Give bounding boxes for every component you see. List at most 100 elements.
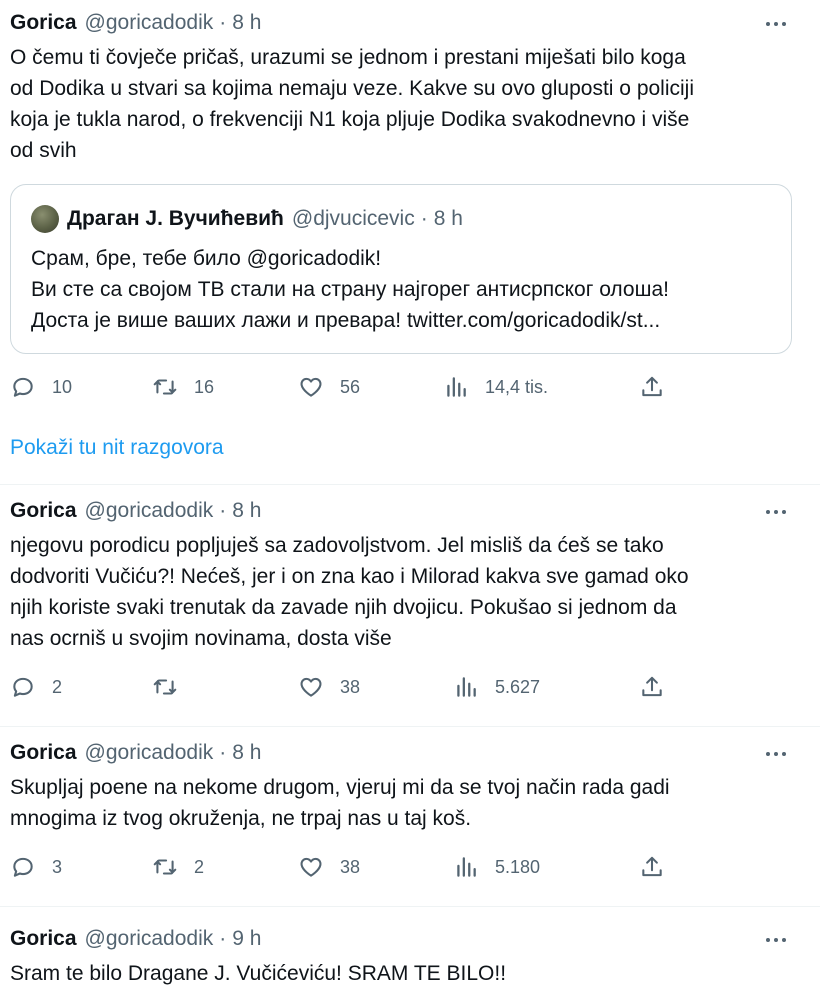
views-icon: [447, 377, 466, 397]
views-count: 5.627: [495, 677, 541, 697]
tweet-text-line: Skupljaj poene na nekome drugom, vjeruj …: [10, 776, 670, 799]
retweet-icon: [153, 379, 177, 395]
retweet-button[interactable]: 16: [152, 374, 214, 400]
like-count: 38: [340, 857, 361, 877]
author-handle[interactable]: @goricadodik: [85, 10, 214, 36]
like-count: 38: [340, 677, 361, 697]
heart-icon: [300, 857, 322, 877]
views-icon: [457, 677, 476, 697]
tweet[interactable]: Gorica @goricadodik · 8 h O čemu ti čovj…: [0, 0, 820, 459]
separator-dot: ·: [219, 11, 227, 34]
tweet-text: Sram te bilo Dragane J. Vučićeviću! SRAM…: [10, 958, 800, 989]
timestamp[interactable]: 8 h: [232, 740, 261, 766]
tweet-text: njegovu porodicu popljuješ sa zadovoljst…: [10, 530, 800, 654]
author-name[interactable]: Gorica: [10, 10, 77, 36]
share-button[interactable]: [639, 854, 665, 880]
more-icon[interactable]: [762, 14, 790, 34]
author-name[interactable]: Gorica: [10, 926, 77, 952]
tweet-text-line: njih koriste svaki trenutak da zavade nj…: [10, 596, 677, 619]
tweet-actions: 10 16 56 14,4 tis.: [0, 374, 820, 404]
quoted-tweet-header: Драган Ј. Вучићевић @djvucicevic · 8 h: [31, 205, 463, 233]
retweet-count: 2: [194, 857, 205, 877]
tweet[interactable]: Gorica @goricadodik · 8 h njegovu porodi…: [0, 488, 820, 710]
timestamp[interactable]: 9 h: [232, 926, 261, 952]
share-button[interactable]: [639, 674, 665, 700]
reply-icon: [13, 857, 33, 877]
timestamp[interactable]: 8 h: [232, 498, 261, 524]
retweet-button[interactable]: [152, 674, 194, 700]
quoted-tweet[interactable]: Драган Ј. Вучићевић @djvucicevic · 8 h С…: [10, 184, 792, 354]
quoted-author-handle[interactable]: @djvucicevic: [292, 206, 415, 232]
more-icon[interactable]: [762, 502, 790, 522]
views-button[interactable]: 5.180: [453, 854, 540, 880]
reply-count: 3: [52, 857, 63, 877]
quoted-text-line: Срам, бре, тебе било @goricadodik!: [31, 247, 382, 270]
more-icon[interactable]: [762, 744, 790, 764]
quoted-tweet-text: Срам, бре, тебе било @goricadodik! Ви ст…: [31, 243, 771, 336]
separator-dot: ·: [219, 499, 227, 522]
tweet-text-line: mnogima iz tvog okruženja, ne trpaj nas …: [10, 807, 472, 830]
separator-dot: ·: [219, 927, 227, 950]
views-count: 5.180: [495, 857, 541, 877]
tweet-actions: 3 2 38 5.180: [0, 854, 820, 884]
more-icon[interactable]: [762, 930, 790, 950]
tweet-text-line: Sram te bilo Dragane J. Vučićeviću! SRAM…: [10, 962, 507, 985]
reply-count: 10: [52, 377, 73, 397]
like-button[interactable]: 38: [298, 854, 360, 880]
tweet-text-line: od svih: [10, 139, 77, 162]
author-name[interactable]: Gorica: [10, 740, 77, 766]
retweet-icon: [153, 679, 177, 695]
tweet-text-line: O čemu ti čovječe pričaš, urazumi se jed…: [10, 46, 686, 69]
views-icon: [457, 857, 476, 877]
tweet-text-line: nas ocrniš u svojim novinama, dosta više: [10, 627, 392, 650]
tweet-header: Gorica @goricadodik · 8 h: [10, 498, 261, 524]
retweet-button[interactable]: 2: [152, 854, 204, 880]
author-name[interactable]: Gorica: [10, 498, 77, 524]
quoted-text-line: Доста је више ваших лажи и превара! twit…: [31, 309, 661, 332]
tweet-text-line: koja je tukla narod, o frekvenciji N1 ko…: [10, 108, 690, 131]
show-thread-link[interactable]: Pokaži tu nit razgovora: [10, 435, 224, 461]
share-icon: [642, 676, 662, 697]
author-handle[interactable]: @goricadodik: [85, 740, 214, 766]
quoted-timestamp[interactable]: 8 h: [434, 206, 463, 232]
avatar[interactable]: [31, 205, 59, 233]
share-icon: [642, 376, 662, 397]
tweet-header: Gorica @goricadodik · 8 h: [10, 10, 261, 36]
separator-dot: ·: [420, 207, 428, 230]
tweet[interactable]: Gorica @goricadodik · 8 h Skupljaj poene…: [0, 728, 820, 910]
reply-button[interactable]: 2: [10, 674, 62, 700]
tweet-text-line: od Dodika u stvari sa kojima nemaju veze…: [10, 77, 695, 100]
timestamp[interactable]: 8 h: [232, 10, 261, 36]
views-button[interactable]: 14,4 tis.: [443, 374, 548, 400]
separator-dot: ·: [219, 741, 227, 764]
reply-button[interactable]: 3: [10, 854, 62, 880]
quoted-text-line: Ви сте са својом ТВ стали на страну најг…: [31, 278, 669, 301]
author-handle[interactable]: @goricadodik: [85, 926, 214, 952]
reply-count: 2: [52, 677, 63, 697]
author-handle[interactable]: @goricadodik: [85, 498, 214, 524]
views-button[interactable]: 5.627: [453, 674, 540, 700]
tweet-header: Gorica @goricadodik · 9 h: [10, 926, 261, 952]
divider: [0, 906, 820, 907]
views-count: 14,4 tis.: [485, 377, 549, 397]
reply-icon: [13, 377, 33, 397]
tweet-text: O čemu ti čovječe pričaš, urazumi se jed…: [10, 42, 800, 166]
like-button[interactable]: 56: [298, 374, 360, 400]
tweet[interactable]: Gorica @goricadodik · 9 h Sram te bilo D…: [0, 908, 820, 1000]
tweet-text: Skupljaj poene na nekome drugom, vjeruj …: [10, 772, 800, 834]
tweet-actions: 2 38 5.627: [0, 674, 820, 704]
tweet-header: Gorica @goricadodik · 8 h: [10, 740, 261, 766]
divider: [0, 726, 820, 727]
share-icon: [642, 856, 662, 877]
reply-icon: [13, 677, 33, 697]
reply-button[interactable]: 10: [10, 374, 72, 400]
heart-icon: [300, 377, 322, 397]
tweet-text-line: dodvoriti Vučiću?! Nećeš, jer i on zna k…: [10, 565, 689, 588]
like-count: 56: [340, 377, 361, 397]
retweet-icon: [153, 859, 177, 875]
share-button[interactable]: [639, 374, 665, 400]
quoted-author-name[interactable]: Драган Ј. Вучићевић: [67, 206, 284, 232]
retweet-count: 16: [194, 377, 215, 397]
heart-icon: [300, 677, 322, 697]
like-button[interactable]: 38: [298, 674, 360, 700]
